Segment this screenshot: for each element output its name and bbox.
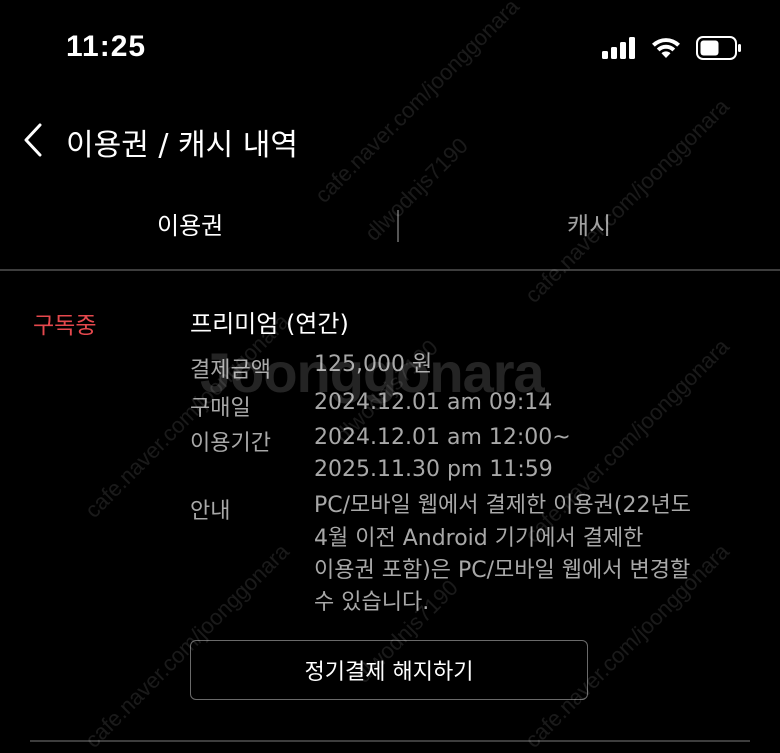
header: 이용권 / 캐시 내역 [0,110,780,170]
notice-label: 안내 [190,499,231,524]
page-title: 이용권 / 캐시 내역 [66,128,298,163]
back-arrow-icon[interactable] [22,122,46,158]
purchase-date-label: 구매일 [190,396,251,421]
usage-period-label: 이용기간 [190,431,271,456]
status-time: 11:25 [66,30,147,63]
battery-icon [696,36,741,60]
tab-bar-border [0,269,780,271]
cancel-subscription-button[interactable]: 정기결제 해지하기 [190,640,588,700]
notice-line: 4월 이전 Android 기기에서 결제한 [314,526,644,551]
watermark-text: cafe.naver.com/joonggonara [80,308,294,523]
status-bar: 11:25 [0,0,780,100]
notice-line: 이용권 포함)은 PC/모바일 웹에서 변경할 [314,558,691,583]
tab-bar: 이용권 캐시 [0,196,780,256]
card-divider [30,740,750,742]
status-icons [602,36,742,60]
tab-subscription[interactable]: 이용권 [157,206,223,241]
tab-divider [397,210,399,242]
cellular-signal-icon [602,37,635,59]
plan-name: 프리미엄 (연간) [190,310,349,338]
tab-cash[interactable]: 캐시 [567,206,611,241]
notice-line: PC/모바일 웹에서 결제한 이용권(22년도 [314,493,691,518]
subscription-status-badge: 구독중 [33,313,97,339]
notice-line: 수 있습니다. [314,590,430,615]
usage-period-end: 2025.11.30 pm 11:59 [314,457,553,482]
wifi-icon [652,38,680,58]
payment-amount-label: 결제금액 [190,358,271,383]
payment-amount-value: 125,000 원 [314,352,433,377]
usage-period-start: 2024.12.01 am 12:00~ [314,425,571,450]
purchase-date-value: 2024.12.01 am 09:14 [314,390,553,415]
